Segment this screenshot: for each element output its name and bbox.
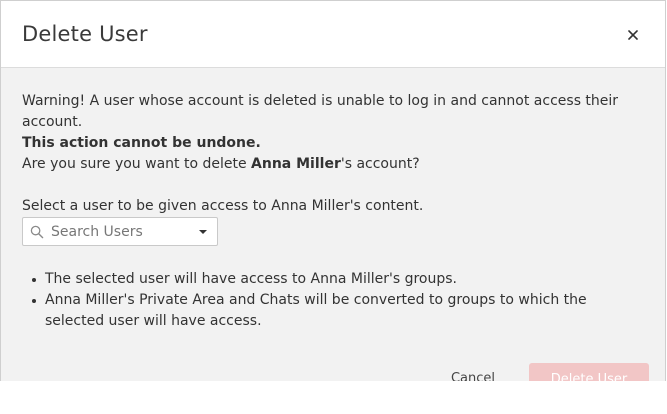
confirm-question: Are you sure you want to delete Anna Mil… — [22, 154, 647, 175]
close-icon — [628, 30, 638, 40]
list-item: Anna Miller's Private Area and Chats wil… — [25, 290, 647, 332]
user-name: Anna Miller — [251, 156, 341, 172]
search-icon — [30, 225, 44, 239]
search-users-dropdown[interactable] — [22, 217, 218, 246]
caret-down-icon[interactable] — [199, 230, 207, 234]
close-button[interactable] — [621, 23, 645, 47]
dialog-body: Warning! A user whose account is deleted… — [22, 91, 647, 217]
undo-warning: This action cannot be undone. — [22, 135, 261, 151]
dialog-header: Delete User — [1, 1, 665, 68]
dialog-title: Delete User — [22, 22, 148, 46]
delete-user-dialog: Delete User Warning! A user whose accoun… — [0, 0, 666, 381]
warning-text: Warning! A user whose account is deleted… — [22, 93, 619, 130]
cancel-button[interactable]: Cancel — [439, 362, 507, 381]
list-item: The selected user will have access to An… — [25, 269, 647, 290]
confirm-prefix: Are you sure you want to delete — [22, 156, 252, 172]
consequence-list: The selected user will have access to An… — [25, 269, 647, 332]
transfer-instruction: Select a user to be given access to Anna… — [22, 198, 424, 214]
confirm-suffix: 's account? — [340, 156, 420, 172]
delete-user-button[interactable]: Delete User — [529, 363, 649, 381]
search-users-input[interactable] — [51, 220, 191, 243]
dialog-footer: Cancel Delete User — [1, 356, 665, 381]
